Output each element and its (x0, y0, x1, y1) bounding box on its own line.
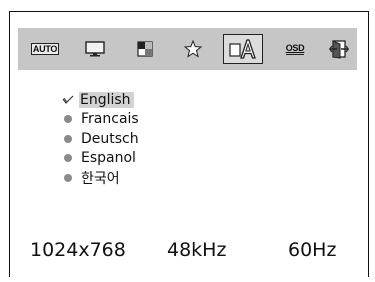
tab-auto[interactable]: AUTO (29, 28, 61, 70)
language-label: 한국어 (81, 170, 120, 187)
auto-icon: AUTO (30, 43, 60, 55)
tab-language[interactable] (225, 28, 261, 70)
language-option-korean[interactable]: 한국어 (62, 168, 139, 188)
language-label: Francais (81, 111, 139, 128)
language-list: English Francais Deutsch Espanol 한국어 (62, 90, 139, 188)
star-icon (184, 40, 202, 58)
language-label: Deutsch (81, 130, 139, 147)
exit-icon (329, 40, 349, 59)
color-icon (137, 41, 153, 57)
radio-bullet-icon (64, 134, 72, 143)
radio-bullet-icon (64, 154, 72, 163)
monitor-icon (85, 41, 105, 57)
language-option-english[interactable]: English (62, 90, 139, 110)
tab-favorite[interactable] (180, 28, 206, 70)
language-label: English (79, 91, 134, 108)
tab-picture[interactable] (81, 28, 109, 70)
language-option-francais[interactable]: Francais (62, 110, 139, 130)
resolution-readout: 1024x768 (30, 239, 126, 261)
language-option-deutsch[interactable]: Deutsch (62, 129, 139, 149)
tab-osd[interactable]: OSD (280, 28, 310, 70)
vertical-frequency-readout: 60Hz (288, 239, 337, 261)
language-label: Espanol (81, 150, 136, 167)
tab-color[interactable] (132, 28, 158, 70)
radio-bullet-icon (64, 115, 72, 124)
radio-bullet-icon (64, 173, 72, 182)
horizontal-frequency-readout: 48kHz (167, 239, 227, 261)
osd-icon: OSD (285, 43, 305, 55)
language-icon (229, 39, 256, 59)
tab-exit[interactable] (326, 28, 352, 70)
language-option-espanol[interactable]: Espanol (62, 149, 139, 169)
check-icon (62, 95, 74, 105)
